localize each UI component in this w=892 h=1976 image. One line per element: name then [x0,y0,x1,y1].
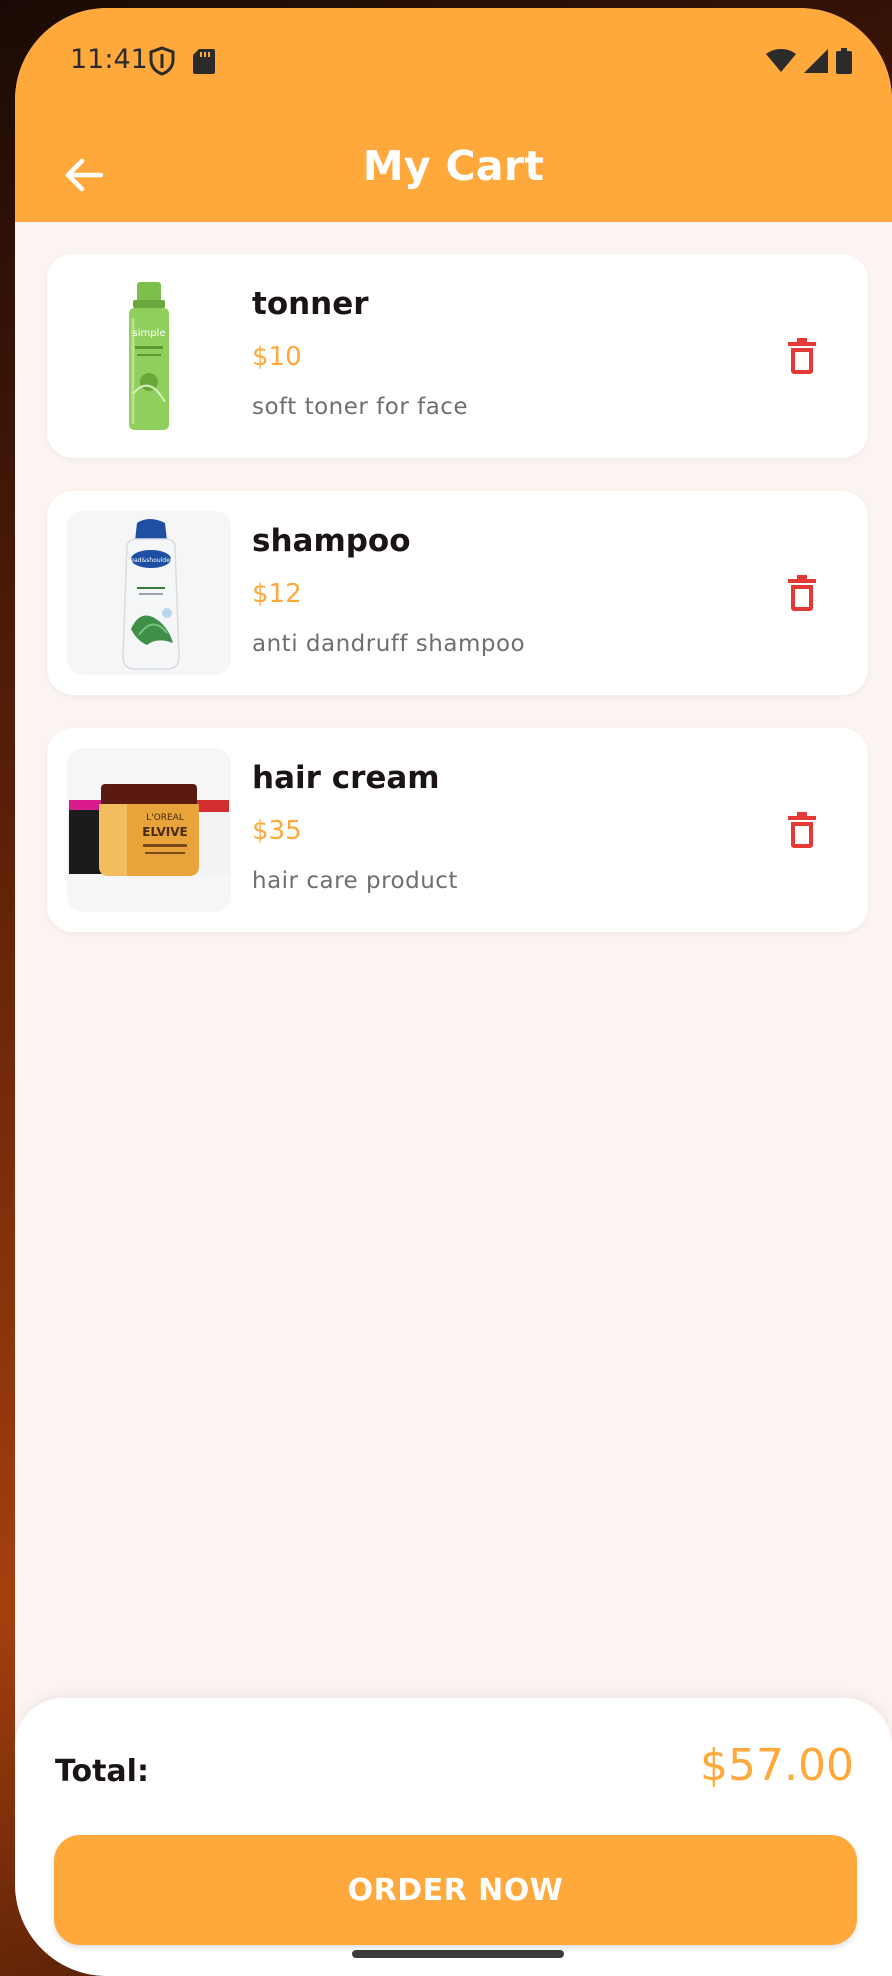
shampoo-bottle-image: head&shoulders [67,511,231,675]
checkout-panel: Total: $57.00 ORDER NOW [15,1698,892,1976]
delete-button[interactable] [772,563,832,623]
wifi-icon [766,49,796,72]
svg-text:head&shoulders: head&shoulders [127,557,176,564]
signal-icon [804,49,828,73]
svg-text:ELVIVE: ELVIVE [142,825,187,839]
item-name: hair cream [252,760,440,796]
status-right-icons [766,48,852,74]
total-value: $57.00 [700,1740,854,1791]
trash-icon [788,338,816,374]
item-name: tonner [252,286,369,322]
status-time: 11:41 [70,44,148,75]
hair-cream-jar-image: L'OREAL ELVIVE [67,748,231,912]
svg-text:L'OREAL: L'OREAL [146,813,184,823]
device-frame: 11:41 My Cart simple tonner $10 soft ton… [0,0,892,1976]
trash-icon [788,812,816,848]
item-price: $35 [252,816,302,846]
item-description: anti dandruff shampoo [252,631,526,657]
phone-screen: 11:41 My Cart simple tonner $10 soft ton… [15,8,892,1976]
item-description: hair care product [252,868,458,894]
order-now-button[interactable]: ORDER NOW [54,1835,857,1945]
toner-bottle-image: simple [67,274,231,438]
item-name: shampoo [252,523,411,559]
battery-icon [836,48,852,74]
page-title: My Cart [362,142,545,190]
delete-button[interactable] [772,800,832,860]
total-label: Total: [55,1754,149,1789]
cart-item[interactable]: simple tonner $10 soft toner for face [47,254,868,458]
sd-card-icon [193,49,215,74]
item-price: $10 [252,342,302,372]
cart-item[interactable]: head&shoulders shampoo $12 anti dandruff… [47,491,868,695]
home-indicator[interactable] [352,1950,564,1958]
svg-text:simple: simple [132,328,165,339]
item-price: $12 [252,579,302,609]
app-bar: 11:41 My Cart [15,8,892,222]
cart-item[interactable]: L'OREAL ELVIVE hair cream $35 hair care … [47,728,868,932]
item-description: soft toner for face [252,394,469,420]
trash-icon [788,575,816,611]
delete-button[interactable] [772,326,832,386]
shield-icon [149,46,175,76]
